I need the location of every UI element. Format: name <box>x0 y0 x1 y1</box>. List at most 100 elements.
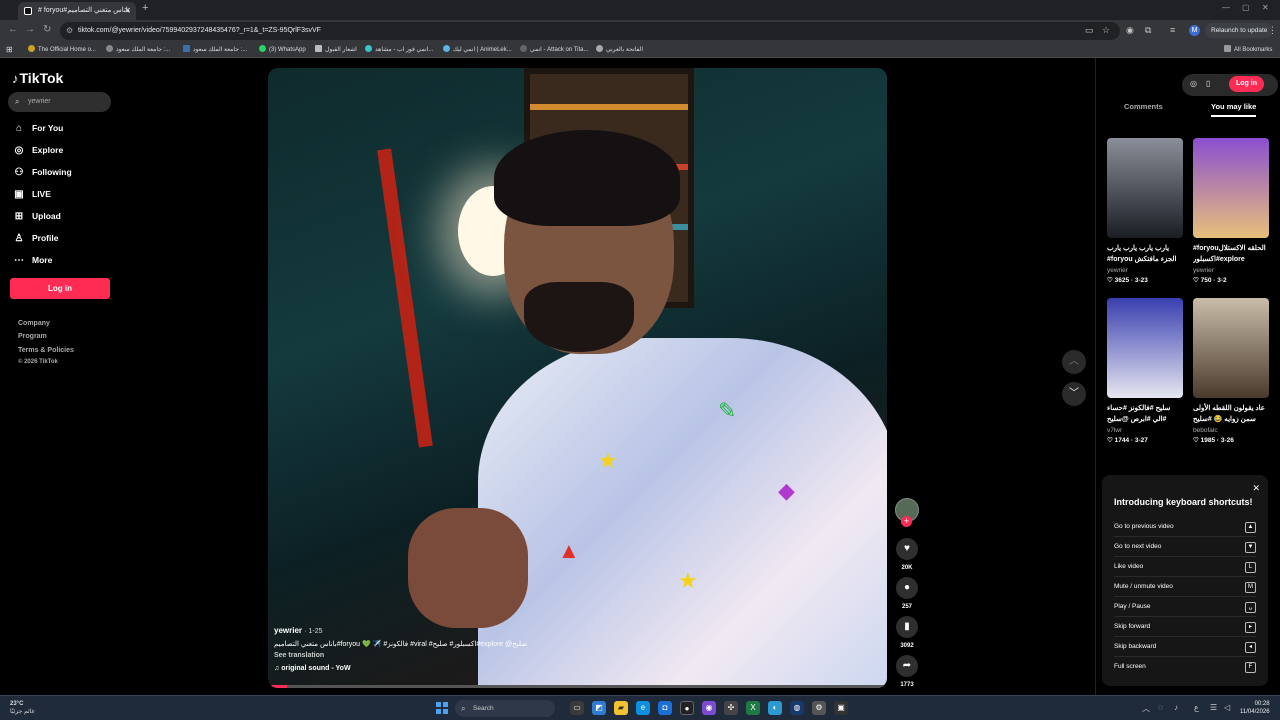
video-thumbnail[interactable] <box>1107 138 1183 238</box>
maximize-icon[interactable]: ▢ <box>1242 3 1250 12</box>
extensions-puzzle-icon[interactable]: ⧉ <box>1145 25 1151 36</box>
nav-explore[interactable]: ◎ Explore <box>12 142 64 158</box>
bookmark-icon[interactable]: ▮ <box>896 616 918 638</box>
suggested-video-card[interactable]: سليح #فالكونز #حساء #الي #ابرص @سليح v7l… <box>1107 298 1183 444</box>
address-bar[interactable]: ⚙ tiktok.com/@yewrier/video/759940293724… <box>60 22 1120 40</box>
profile-avatar[interactable]: M <box>1189 25 1200 36</box>
edge-icon[interactable]: e <box>636 701 650 715</box>
store-icon[interactable]: ◘ <box>658 701 672 715</box>
suggested-video-card[interactable]: #foryouالحلقه الاكستلال #اكسبلورexplore … <box>1193 138 1269 284</box>
card-author[interactable]: bebofalc <box>1193 427 1269 434</box>
chevron-up-icon[interactable]: ︿ <box>1062 350 1086 374</box>
tray-app-icon[interactable]: ◌ <box>1158 703 1163 712</box>
card-author[interactable]: yewrier <box>1107 267 1183 274</box>
nav-upload[interactable]: ⊞ Upload <box>12 208 61 224</box>
login-button[interactable]: Log in <box>10 278 110 299</box>
save-action[interactable]: ▮ 3092 <box>895 616 919 649</box>
all-bookmarks[interactable]: All Bookmarks <box>1224 42 1272 58</box>
tray-chevron-icon[interactable]: ︿ <box>1142 703 1150 714</box>
nav-for-you[interactable]: ⌂ For You <box>12 120 63 136</box>
taskbar-clock[interactable]: 00:28 11/04/2026 <box>1240 700 1270 716</box>
comment-icon[interactable]: ● <box>896 577 918 599</box>
chrome-icon[interactable]: ● <box>680 701 694 715</box>
steam-icon[interactable]: ◍ <box>790 701 804 715</box>
comment-action[interactable]: ● 257 <box>895 577 919 610</box>
bookmark-item[interactable]: انمي - Attack on Tita... <box>520 42 589 58</box>
site-info-icon[interactable]: ⚙ <box>66 22 73 40</box>
search-input[interactable]: ⌕ yewrier <box>8 92 111 112</box>
bookmark-item[interactable]: انمي ليك | AnimeLek... <box>443 42 512 58</box>
back-icon[interactable]: ← <box>8 24 18 35</box>
network-icon[interactable]: ☰ <box>1210 703 1217 712</box>
volume-icon[interactable]: ◁ <box>1224 703 1230 712</box>
weather-widget[interactable]: 23°C غائم جزئيًا <box>10 700 35 716</box>
extension-icon[interactable]: ◉ <box>1126 25 1134 36</box>
bookmark-item[interactable]: الفاتحة بالعربي <box>596 42 643 58</box>
app-icon[interactable]: ▣ <box>834 701 848 715</box>
windows-start-icon[interactable] <box>436 702 448 714</box>
install-app-icon[interactable]: ▭ <box>1085 25 1094 36</box>
task-view-icon[interactable]: ▭ <box>570 701 584 715</box>
close-window-icon[interactable]: ✕ <box>1262 3 1269 12</box>
media-control-icon[interactable]: ≡ <box>1170 25 1175 35</box>
menu-kebab-icon[interactable]: ⋮ <box>1268 25 1277 36</box>
follow-plus-icon[interactable]: + <box>901 516 912 527</box>
close-tab-icon[interactable]: ✕ <box>124 2 131 20</box>
video-thumbnail[interactable] <box>1193 138 1269 238</box>
nav-profile[interactable]: ♙ Profile <box>12 230 59 246</box>
video-username[interactable]: yewrier <box>274 626 302 635</box>
heart-icon[interactable]: ♥ <box>896 538 918 560</box>
suggested-video-card[interactable]: يارب يارب يارب يارب الجزء مافتكش foryou#… <box>1107 138 1183 284</box>
nav-live[interactable]: ▣ LIVE <box>12 186 51 202</box>
footer-terms[interactable]: Terms & Policies <box>18 347 74 354</box>
sound-link[interactable]: ♫ original sound - YoW <box>274 665 774 672</box>
minimize-icon[interactable]: — <box>1222 3 1230 12</box>
app-icon[interactable]: ◐ <box>768 701 782 715</box>
new-tab-icon[interactable]: + <box>142 2 154 18</box>
bookmark-item[interactable]: انمي فور اب - مشاهد... <box>365 42 433 58</box>
video-thumbnail[interactable] <box>1193 298 1269 398</box>
taskbar-search[interactable]: ⌕ Search <box>455 700 555 717</box>
close-icon[interactable]: ✕ <box>1252 483 1260 494</box>
login-top-button[interactable]: Log in <box>1229 76 1264 92</box>
card-author[interactable]: yewrier <box>1193 267 1269 274</box>
suggested-video-card[interactable]: عاد يقولون اللقطه الأولى سمن زوايه 😂 #سل… <box>1193 298 1269 444</box>
bookmark-item[interactable]: جامعة الملك سعود :... <box>106 42 170 58</box>
nav-more[interactable]: ⋯ More <box>12 252 52 268</box>
relaunch-button[interactable]: Relaunch to update <box>1205 23 1274 38</box>
nav-following[interactable]: ⚇ Following <box>12 164 72 180</box>
card-author[interactable]: v7lwr <box>1107 427 1183 434</box>
share-icon[interactable]: ➦ <box>896 655 918 677</box>
share-action[interactable]: ➦ 1773 <box>895 655 919 688</box>
tiktok-logo[interactable]: ♪TikTok <box>12 70 63 86</box>
footer-company[interactable]: Company <box>18 320 50 327</box>
microphone-icon[interactable]: ♪ <box>1174 703 1178 712</box>
widgets-icon[interactable]: ◩ <box>592 701 606 715</box>
footer-program[interactable]: Program <box>18 333 47 340</box>
video-player[interactable]: ★ ✎ ◆ ★ ▲ yewrier · 1-25 صليح@ explore#ا… <box>268 68 887 688</box>
bookmark-item[interactable]: جامعة الملك سعود :... <box>183 42 247 58</box>
like-action[interactable]: ♥ 20K <box>895 538 919 571</box>
bookmark-item[interactable]: اشعار القبول <box>315 42 357 58</box>
excel-icon[interactable]: X <box>746 701 760 715</box>
see-translation-link[interactable]: See translation <box>274 652 774 659</box>
video-thumbnail[interactable] <box>1107 298 1183 398</box>
app-icon[interactable]: ✣ <box>724 701 738 715</box>
video-progress-bar[interactable] <box>268 685 887 688</box>
phone-icon[interactable]: ▯ <box>1206 79 1210 88</box>
lang-indicator[interactable]: ع <box>1194 703 1199 712</box>
app-icon[interactable]: ◉ <box>702 701 716 715</box>
tab-you-may-like[interactable]: You may like <box>1211 102 1257 117</box>
browser-tab[interactable]: # foryou#باناس متعني التصاميم ✕ <box>18 2 136 20</box>
file-explorer-icon[interactable]: ▰ <box>614 701 628 715</box>
settings-icon[interactable]: ⚙ <box>812 701 826 715</box>
chevron-down-icon[interactable]: ﹀ <box>1062 382 1086 406</box>
reload-icon[interactable]: ↻ <box>43 24 51 35</box>
bookmark-item[interactable]: The Official Home o... <box>28 42 96 58</box>
compass-icon[interactable]: ◎ <box>1190 79 1197 88</box>
bookmark-star-icon[interactable]: ☆ <box>1102 25 1110 36</box>
apps-grid-icon[interactable]: ⊞ <box>6 42 13 58</box>
bookmark-item[interactable]: (3) WhatsApp <box>259 42 306 58</box>
tab-comments[interactable]: Comments <box>1124 102 1163 111</box>
forward-icon[interactable]: → <box>25 24 35 35</box>
